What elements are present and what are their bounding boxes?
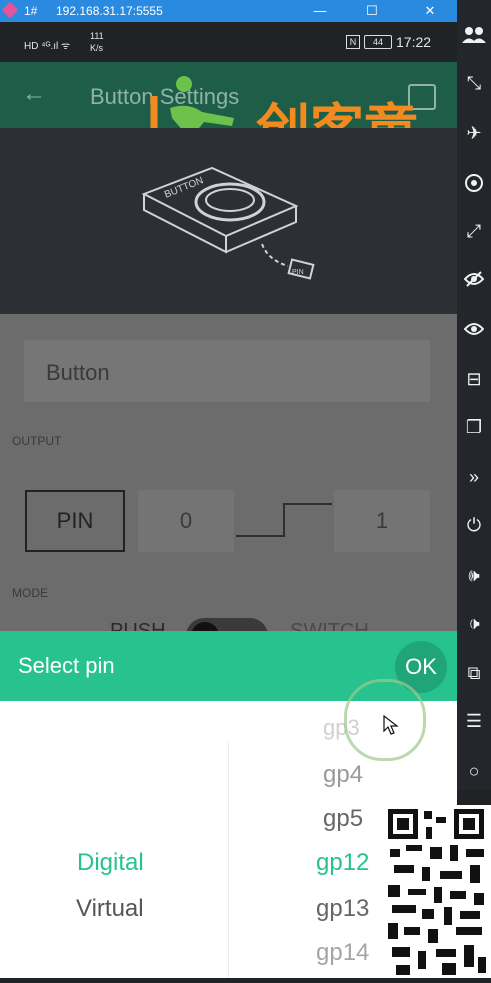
emulator-toolbar: ⤡ ✈ ⤢ ⊟ ❐ » ⏻ 🕪 🕩 ⧉ ☰ ○ bbox=[457, 0, 491, 790]
window-tab[interactable]: 1# bbox=[24, 4, 37, 18]
app-icon bbox=[1, 1, 19, 19]
volume-up-icon[interactable]: 🕪 bbox=[457, 558, 491, 592]
battery-icon: 44 bbox=[364, 35, 392, 49]
settings-form: Button OUTPUT PIN 0 1 MODE PUSH SWITCH bbox=[0, 314, 457, 654]
picker-divider bbox=[228, 741, 229, 978]
signal-step-icon bbox=[236, 503, 332, 537]
mode-label: MODE bbox=[12, 586, 48, 600]
close-button[interactable]: ✕ bbox=[418, 2, 442, 20]
signal-indicators: HD ⁴ᴳ.ıl ᯤ bbox=[24, 41, 71, 52]
pin-button[interactable]: PIN bbox=[25, 490, 125, 552]
clock: 17:22 bbox=[396, 34, 432, 50]
window-titlebar: 1# 192.168.31.17:5555 — ☐ ✕ bbox=[0, 0, 491, 22]
qr-code bbox=[384, 805, 491, 978]
users-icon[interactable] bbox=[457, 18, 491, 52]
pin-option-gp14[interactable]: gp14 bbox=[316, 939, 369, 967]
net-speed-value: 111 bbox=[90, 31, 104, 41]
window-address: 192.168.31.17:5555 bbox=[56, 4, 163, 18]
minus-box-icon[interactable]: ⊟ bbox=[457, 362, 491, 396]
pin-option-gp4[interactable]: gp4 bbox=[323, 761, 363, 789]
volume-down-icon[interactable]: 🕩 bbox=[457, 606, 491, 640]
maximize-button[interactable]: ☐ bbox=[360, 2, 384, 20]
window-icon[interactable]: ⧉ bbox=[457, 656, 491, 690]
name-field[interactable]: Button bbox=[24, 340, 430, 402]
copy-icon[interactable]: ❐ bbox=[457, 410, 491, 444]
low-value-field[interactable]: 0 bbox=[138, 490, 234, 552]
eye-icon[interactable] bbox=[457, 312, 491, 346]
pin-tag: PIN bbox=[292, 269, 304, 276]
pin-option-gp12[interactable]: gp12 bbox=[316, 849, 369, 877]
mouse-cursor-icon bbox=[383, 715, 399, 735]
menu-icon[interactable]: ☰ bbox=[457, 704, 491, 738]
back-arrow-icon[interactable]: ← bbox=[22, 80, 46, 108]
power-icon[interactable]: ⏻ bbox=[457, 508, 491, 542]
widget-illustration: BUTTON PIN bbox=[0, 128, 457, 314]
circle-icon[interactable]: ○ bbox=[457, 754, 491, 788]
name-value: Button bbox=[46, 360, 110, 385]
nfc-icon: N bbox=[346, 35, 360, 49]
eye-off-icon[interactable] bbox=[457, 262, 491, 296]
expand-icon[interactable]: ⤢ bbox=[457, 214, 491, 248]
type-option-virtual[interactable]: Virtual bbox=[76, 895, 144, 923]
status-bar: HD ⁴ᴳ.ıl ᯤ 111 K/s N 44 17:22 bbox=[0, 22, 457, 62]
net-speed-unit: K/s bbox=[90, 43, 104, 53]
high-value-field[interactable]: 1 bbox=[334, 490, 430, 552]
output-label: OUTPUT bbox=[12, 434, 62, 448]
minimize-button[interactable]: — bbox=[308, 2, 332, 20]
airplane-icon[interactable]: ✈ bbox=[457, 116, 491, 150]
sheet-title: Select pin bbox=[18, 653, 115, 678]
settings-dot-icon[interactable] bbox=[457, 166, 491, 200]
fullscreen-exit-icon[interactable]: ⤡ bbox=[457, 66, 491, 100]
pin-option-gp13[interactable]: gp13 bbox=[316, 895, 369, 923]
type-option-digital[interactable]: Digital bbox=[77, 849, 144, 877]
chevrons-down-icon[interactable]: » bbox=[457, 460, 491, 494]
pin-option-gp5[interactable]: gp5 bbox=[323, 805, 363, 833]
